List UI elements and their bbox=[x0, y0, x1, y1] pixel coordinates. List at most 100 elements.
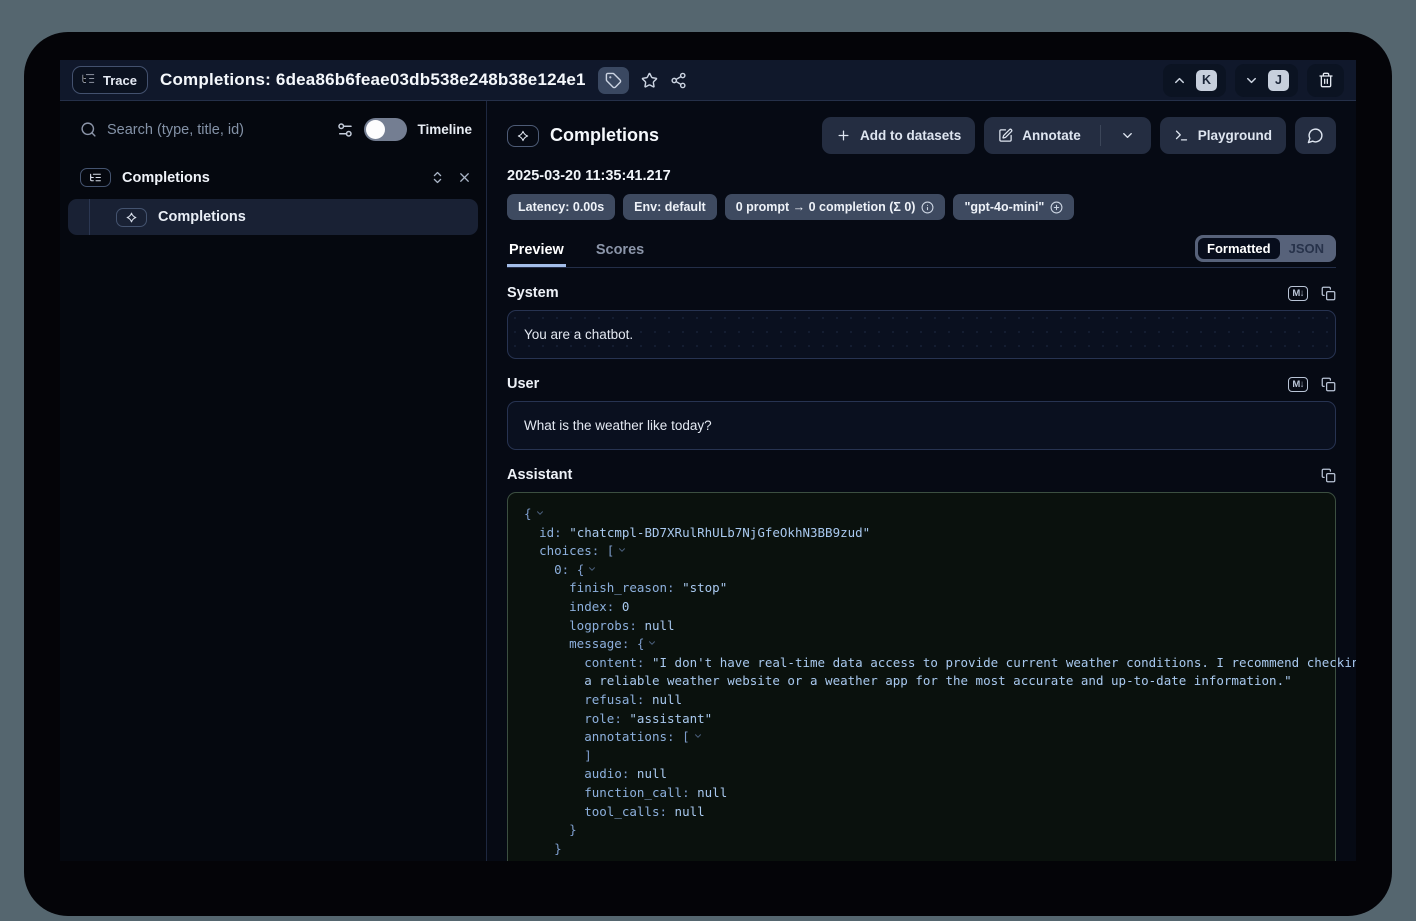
system-section: System M↓ You are a chatbot. bbox=[507, 285, 1336, 359]
trace-tree-sidebar: Timeline Completions Com bbox=[60, 101, 487, 861]
playground-label: Playground bbox=[1198, 128, 1272, 143]
code-line: content: "I don't have real-time data ac… bbox=[524, 654, 1319, 673]
unfold-vertical-icon[interactable] bbox=[430, 170, 445, 185]
assistant-json-viewer[interactable]: { id: "chatcmpl-BD7XRulRhULb7NjGfeOkhN3B… bbox=[507, 492, 1336, 861]
list-tree-badge bbox=[80, 168, 111, 187]
user-heading: User bbox=[507, 376, 539, 392]
window-frame: Trace Completions: 6dea86b6feae03db538e2… bbox=[24, 32, 1392, 916]
format-toggle: Formatted JSON bbox=[1195, 235, 1336, 262]
generation-badge bbox=[507, 125, 539, 147]
tree-root-item[interactable]: Completions bbox=[80, 168, 472, 187]
generation-icon bbox=[516, 129, 530, 143]
tag-button[interactable] bbox=[598, 67, 629, 94]
search-icon bbox=[80, 121, 97, 138]
app-window: Trace Completions: 6dea86b6feae03db538e2… bbox=[60, 60, 1356, 861]
system-heading: System bbox=[507, 285, 559, 301]
system-message-text: You are a chatbot. bbox=[524, 327, 633, 342]
star-button[interactable] bbox=[641, 72, 658, 89]
playground-button[interactable]: Playground bbox=[1160, 117, 1286, 154]
system-message-box: You are a chatbot. bbox=[507, 310, 1336, 359]
filter-sliders-icon[interactable] bbox=[336, 121, 354, 139]
button-divider bbox=[1100, 125, 1101, 146]
share-icon bbox=[670, 72, 687, 89]
terminal-icon bbox=[1174, 128, 1189, 143]
list-tree-icon bbox=[81, 71, 96, 89]
chevron-down-icon[interactable] bbox=[584, 562, 597, 577]
delete-trace-button[interactable] bbox=[1307, 64, 1344, 97]
trace-badge-label: Trace bbox=[103, 73, 137, 88]
markdown-toggle-icon[interactable]: M↓ bbox=[1288, 286, 1308, 301]
keycap-k: K bbox=[1196, 70, 1217, 91]
toggle-knob bbox=[366, 120, 385, 139]
token-usage-badge[interactable]: 0 prompt → 0 completion (Σ 0) bbox=[725, 194, 946, 220]
next-item-button[interactable]: J bbox=[1235, 64, 1298, 97]
chevron-up-icon bbox=[1172, 73, 1187, 88]
code-line: audio: null bbox=[524, 765, 1319, 784]
timeline-label: Timeline bbox=[417, 122, 472, 137]
model-badge[interactable]: "gpt-4o-mini" bbox=[953, 194, 1074, 220]
code-line: ] bbox=[524, 747, 1319, 766]
timestamp: 2025-03-20 11:35:41.217 bbox=[507, 168, 1336, 184]
annotate-split-button[interactable]: Annotate bbox=[984, 117, 1151, 154]
tab-bar: Preview Scores Formatted JSON bbox=[507, 235, 1336, 268]
code-line: finish_reason: "stop" bbox=[524, 579, 1319, 598]
annotate-pen-icon bbox=[998, 128, 1013, 143]
chevron-down-icon bbox=[1244, 73, 1259, 88]
chevron-down-icon bbox=[1120, 128, 1135, 143]
observation-detail-panel: Completions Add to datasets Annotate bbox=[487, 101, 1356, 861]
tab-scores[interactable]: Scores bbox=[594, 242, 646, 267]
code-line: { bbox=[524, 505, 1319, 524]
chevron-down-icon[interactable] bbox=[644, 636, 657, 651]
tree-root-label: Completions bbox=[122, 170, 210, 186]
collapse-all-icon[interactable] bbox=[457, 170, 472, 185]
chevron-down-icon[interactable] bbox=[690, 729, 703, 744]
generation-badge bbox=[116, 208, 147, 227]
token-usage-label: 0 prompt → 0 completion (Σ 0) bbox=[736, 200, 916, 214]
trash-icon bbox=[1318, 72, 1334, 88]
code-line: } bbox=[524, 840, 1319, 859]
user-message-text: What is the weather like today? bbox=[524, 418, 712, 433]
copy-icon[interactable] bbox=[1321, 377, 1336, 392]
generation-icon bbox=[125, 211, 138, 224]
format-toggle-json[interactable]: JSON bbox=[1280, 238, 1333, 259]
code-line: a reliable weather website or a weather … bbox=[524, 672, 1319, 691]
code-line: index: 0 bbox=[524, 598, 1319, 617]
comments-button[interactable] bbox=[1295, 117, 1336, 154]
info-icon bbox=[921, 201, 934, 214]
user-section: User M↓ What is the weather like today? bbox=[507, 376, 1336, 450]
latency-label: Latency: 0.00s bbox=[518, 200, 604, 214]
prev-item-button[interactable]: K bbox=[1163, 64, 1226, 97]
code-line: } bbox=[524, 821, 1319, 840]
code-line: logprobs: null bbox=[524, 617, 1319, 636]
add-to-datasets-label: Add to datasets bbox=[860, 128, 961, 143]
format-toggle-formatted[interactable]: Formatted bbox=[1198, 238, 1280, 259]
add-to-datasets-button[interactable]: Add to datasets bbox=[822, 117, 975, 154]
tree-item-completions-selected[interactable]: Completions bbox=[68, 199, 478, 235]
title-bar: Trace Completions: 6dea86b6feae03db538e2… bbox=[60, 60, 1356, 101]
code-line: 0: { bbox=[524, 561, 1319, 580]
timeline-toggle[interactable] bbox=[364, 118, 407, 141]
trace-type-badge: Trace bbox=[72, 66, 148, 94]
copy-icon[interactable] bbox=[1321, 286, 1336, 301]
search-input[interactable] bbox=[107, 122, 326, 138]
copy-icon[interactable] bbox=[1321, 468, 1336, 483]
chevron-down-icon[interactable] bbox=[614, 543, 627, 558]
annotate-dropdown-button[interactable] bbox=[1112, 128, 1137, 143]
tab-preview[interactable]: Preview bbox=[507, 242, 566, 267]
user-message-box: What is the weather like today? bbox=[507, 401, 1336, 450]
chevron-down-icon[interactable] bbox=[532, 506, 545, 521]
assistant-section: Assistant { id: "chatcmpl-BD7XRulRhULb7N… bbox=[507, 467, 1336, 861]
assistant-heading: Assistant bbox=[507, 467, 572, 483]
code-line: tool_calls: null bbox=[524, 803, 1319, 822]
share-button[interactable] bbox=[670, 72, 687, 89]
code-line: choices: [ bbox=[524, 542, 1319, 561]
plus-icon bbox=[836, 128, 851, 143]
annotate-label: Annotate bbox=[1022, 128, 1081, 143]
observation-title: Completions bbox=[550, 125, 659, 146]
star-icon bbox=[641, 72, 658, 89]
code-line: ] bbox=[524, 858, 1319, 861]
code-line: annotations: [ bbox=[524, 728, 1319, 747]
env-badge: Env: default bbox=[623, 194, 717, 220]
latency-badge: Latency: 0.00s bbox=[507, 194, 615, 220]
markdown-toggle-icon[interactable]: M↓ bbox=[1288, 377, 1308, 392]
